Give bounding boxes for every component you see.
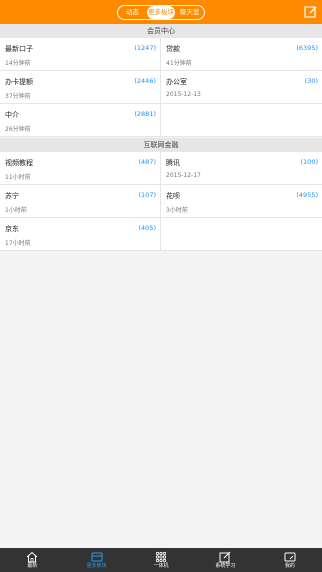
nav-mine[interactable]: 我的 [258, 548, 322, 572]
board-time: 41分钟前 [166, 60, 192, 67]
board-count: (100) [300, 158, 318, 166]
board-count: (1247) [134, 44, 156, 52]
board-time: 2015-12-13 [166, 91, 201, 98]
nav-label: 一体机 [153, 563, 169, 569]
board-item[interactable]: 腾讯 (100) 2015-12-17 [161, 152, 322, 185]
board-time: 11小时前 [5, 174, 31, 181]
board-item[interactable]: 视频教程 (487) 11小时前 [0, 152, 161, 185]
board-time: 14分钟前 [5, 60, 31, 67]
board-count: (107) [138, 191, 156, 199]
board-count: (487) [138, 158, 156, 166]
board-name: 苏宁 [5, 192, 19, 200]
board-item[interactable]: 中介 (2881) 26分钟前 [0, 104, 161, 137]
board-item[interactable]: 办卡提额 (2446) 37分钟前 [0, 71, 161, 104]
nav-label: 系统学习 [215, 563, 236, 569]
board-item[interactable]: 京东 (405) 17小时前 [0, 218, 161, 251]
top-bar: 动态 更多板块 聊天室 [0, 0, 322, 24]
board-name: 中介 [5, 111, 19, 119]
board-name: 京东 [5, 225, 19, 233]
board-count: (405) [138, 224, 156, 232]
board-name: 花呗 [166, 192, 180, 200]
empty-cell [161, 104, 322, 137]
board-item[interactable]: 贷款 (6395) 41分钟前 [161, 38, 322, 71]
nav-all-in-one[interactable]: 一体机 [129, 548, 193, 572]
board-count: (30) [304, 77, 318, 85]
board-count: (2881) [134, 110, 156, 118]
home-icon [26, 551, 38, 563]
nav-label: 最新 [27, 563, 38, 569]
board-item[interactable]: 花呗 (4955) 3小时前 [161, 185, 322, 218]
profile-icon [284, 552, 296, 562]
board-time: 37分钟前 [5, 93, 31, 100]
board-time: 3小时前 [166, 207, 188, 214]
board-name: 贷款 [166, 45, 180, 53]
board-icon [91, 552, 103, 562]
board-count: (6395) [296, 44, 318, 52]
board-count: (4955) [296, 191, 318, 199]
grid-icon [155, 551, 167, 563]
board-item[interactable]: 苏宁 (107) 1小时前 [0, 185, 161, 218]
board-name: 腾讯 [166, 159, 180, 167]
nav-more-boards[interactable]: 更多板块 [64, 548, 128, 572]
board-item[interactable]: 最新口子 (1247) 14分钟前 [0, 38, 161, 71]
board-time: 2015-12-17 [166, 172, 201, 179]
tab-dynamic[interactable]: 动态 [118, 6, 147, 19]
board-item[interactable]: 办公室 (30) 2015-12-13 [161, 71, 322, 104]
section-header-member-center: 会员中心 [0, 24, 322, 38]
board-time: 1小时前 [5, 207, 27, 214]
edit-icon[interactable] [304, 5, 317, 18]
nav-latest[interactable]: 最新 [0, 548, 64, 572]
empty-cell [161, 218, 322, 251]
board-time: 17小时前 [5, 240, 31, 247]
section-header-internet-finance: 互联网金融 [0, 138, 322, 152]
nav-label: 我的 [284, 563, 295, 569]
segment-control: 动态 更多板块 聊天室 [117, 5, 205, 20]
edit-icon [219, 551, 231, 563]
board-name: 最新口子 [5, 45, 33, 53]
section-grid-internet-finance: 视频教程 (487) 11小时前 腾讯 (100) 2015-12-17 苏宁 … [0, 152, 322, 251]
board-name: 办公室 [166, 78, 187, 86]
section-grid-member-center: 最新口子 (1247) 14分钟前 贷款 (6395) 41分钟前 办卡提额 (… [0, 38, 322, 137]
tab-more-boards[interactable]: 更多板块 [146, 6, 176, 19]
nav-label: 更多板块 [86, 563, 107, 569]
board-name: 办卡提额 [5, 78, 33, 86]
nav-system-learning[interactable]: 系统学习 [193, 548, 257, 572]
bottom-nav: 最新 更多板块 一体机 系统学习 我的 [0, 548, 322, 572]
board-time: 26分钟前 [5, 126, 31, 133]
board-count: (2446) [134, 77, 156, 85]
board-name: 视频教程 [5, 159, 33, 167]
tab-chatroom[interactable]: 聊天室 [175, 6, 204, 19]
